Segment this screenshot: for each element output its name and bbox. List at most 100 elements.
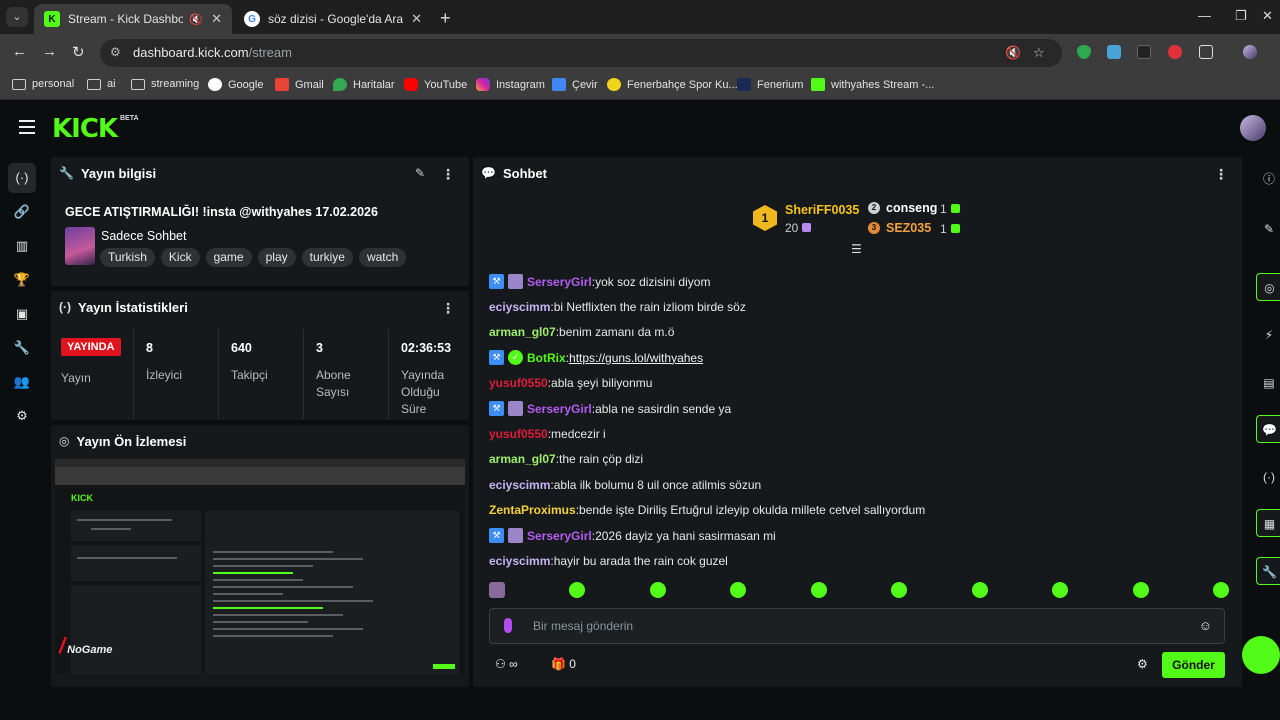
bookmark-folder-streaming[interactable]: streaming [131,78,199,90]
emote[interactable] [649,582,666,598]
chat-username[interactable]: SerseryGirl [527,275,592,289]
link-icon[interactable]: 🔗 [8,197,36,227]
chat-username[interactable]: eciyscimm [489,554,550,568]
minimize-icon[interactable]: — [1198,8,1211,23]
video-library-icon[interactable]: ▣ [8,299,36,329]
chat-username[interactable]: ZentaProximus [489,503,576,517]
creator-tools-icon[interactable]: ⚙ [8,401,36,431]
emote[interactable] [891,582,908,598]
bookmarks-bar: personal ai streaming Google Gmail Harit… [0,72,1280,100]
emote[interactable] [1212,582,1229,598]
leaderboard-second-name[interactable]: conseng [886,201,937,215]
site-info-icon[interactable]: ⚙ [110,45,121,59]
chat-username[interactable]: BotRix [527,351,566,365]
bookmark-withyahes[interactable]: withyahes Stream -... [811,78,934,91]
chat-username[interactable]: SerseryGirl [527,402,592,416]
back-icon[interactable]: ← [12,43,27,60]
chat-bubble-icon[interactable]: 💬 [1256,415,1280,443]
chat-message: eciyscimm: bi Netflixten the rain izliom… [489,294,1229,319]
chat-username[interactable]: yusuf0550 [489,376,548,390]
bookmark-gmail[interactable]: Gmail [275,78,324,91]
chat-link[interactable]: https://guns.lol/withyahes [569,351,703,365]
bookmark-fenerbahce[interactable]: Fenerbahçe Spor Ku... [607,78,738,91]
stream-title: GECE ATIŞTIRMALIĞI! !insta @withyahes 17… [65,205,378,219]
menu-icon[interactable] [19,120,35,134]
forward-icon[interactable]: → [42,43,57,60]
bookmark-star-icon[interactable]: ☆ [1033,45,1045,61]
info-icon[interactable]: ⓘ [1256,165,1280,193]
emote[interactable] [730,582,747,598]
channel-points[interactable]: 🎁 0 [551,657,576,671]
bookmark-fenerium[interactable]: Fenerium [737,78,803,91]
chat-username[interactable]: arman_gl07 [489,452,556,466]
layout-icon[interactable]: ▦ [1256,509,1280,537]
live-badge: YAYINDA [61,338,121,356]
bookmark-haritalar[interactable]: Haritalar [333,78,395,91]
community-icon[interactable]: 👥 [8,367,36,397]
reload-icon[interactable]: ↻ [72,43,85,61]
edit-pencil-icon[interactable]: ✎ [1256,215,1280,243]
media-muted-icon[interactable]: 🔇 [1005,45,1021,61]
bookmark-instagram[interactable]: Instagram [476,78,545,91]
close-tab-icon[interactable]: ✕ [211,11,222,27]
emoji-picker-icon[interactable]: ☺ [1199,618,1212,633]
wrench-icon[interactable]: 🔧 [8,333,36,363]
chat-settings-icon[interactable]: ⚙ [1137,657,1148,671]
chat-username[interactable]: yusuf0550 [489,427,548,441]
chat-username[interactable]: eciyscimm [489,478,550,492]
lightning-icon[interactable]: ⚡ [1256,321,1280,349]
bookmark-youtube[interactable]: YouTube [404,78,467,91]
address-bar[interactable]: ⚙ dashboard.kick.com/stream 🔇 ☆ [100,39,1062,67]
right-sidebar: ⓘ ✎ ◎ ⚡ ▤ 💬 (·) ▦ 🔧 [1254,157,1280,687]
close-window-icon[interactable]: ✕ [1262,8,1273,24]
chat-users-icon[interactable]: ⚇ ∞ [495,657,518,671]
maximize-icon[interactable]: ❐ [1235,8,1247,24]
document-icon[interactable]: ▤ [1256,369,1280,397]
chat-filter-icon[interactable]: ☰ [851,242,862,256]
emote[interactable] [810,582,827,598]
more-options-icon[interactable]: ⋮ [1214,166,1228,183]
edit-pencil-icon[interactable]: ✎ [415,166,425,180]
chat-username[interactable]: arman_gl07 [489,325,556,339]
profile-avatar-icon[interactable] [1243,45,1257,59]
close-tab-icon[interactable]: ✕ [411,11,422,27]
stream-broadcast-icon[interactable]: (·) [8,163,36,193]
chat-message-input[interactable]: Bir mesaj gönderin ☺ [489,608,1225,644]
chat-username[interactable]: eciyscimm [489,300,550,314]
kick-logo[interactable]: KICK [52,114,118,144]
camera-icon[interactable]: ◎ [1256,273,1280,301]
emote[interactable] [971,582,988,598]
send-button[interactable]: Gönder [1162,652,1225,678]
stream-preview-video[interactable]: KICK [55,459,465,674]
emote[interactable] [489,582,505,598]
hat-extension-icon[interactable] [1137,45,1151,59]
wrench-icon[interactable]: 🔧 [1256,557,1280,585]
broadcast-icon[interactable]: (·) [1256,463,1280,491]
emote[interactable] [1052,582,1069,598]
chat-username[interactable]: SerseryGirl [527,529,592,543]
bookmark-google[interactable]: Google [208,78,263,91]
emote[interactable] [1132,582,1149,598]
leaderboard-third-name[interactable]: SEZ035 [886,221,931,235]
translate-extension-icon[interactable] [1107,45,1121,59]
extensions-puzzle-icon[interactable] [1199,45,1213,59]
bookmark-folder-personal[interactable]: personal [12,78,74,90]
bookmark-folder-ai[interactable]: ai [87,78,116,90]
analytics-icon[interactable]: ▥ [8,231,36,261]
leaderboard-first-name[interactable]: SheriFF0035 [785,203,859,217]
user-avatar[interactable] [1240,115,1266,141]
tab-search-button[interactable]: ⌄ [6,7,28,27]
tab-muted-icon[interactable]: 🔇 [189,13,203,26]
new-tab-button[interactable]: + [440,8,451,29]
browser-tab-google[interactable]: G söz dizisi - Google'da Ara ✕ [234,4,432,34]
support-headset-icon[interactable] [1242,636,1280,674]
shield-extension-icon[interactable] [1077,45,1091,59]
bookmark-cevir[interactable]: Çevir [552,78,598,91]
microphone-icon[interactable] [504,618,512,633]
more-options-icon[interactable]: ⋮ [441,166,455,183]
emote[interactable] [569,582,586,598]
more-options-icon[interactable]: ⋮ [441,300,455,317]
browser-tab-kick[interactable]: K Stream - Kick Dashboard 🔇 ✕ [34,4,232,34]
trophy-icon[interactable]: 🏆 [8,265,36,295]
record-extension-icon[interactable] [1168,45,1182,59]
